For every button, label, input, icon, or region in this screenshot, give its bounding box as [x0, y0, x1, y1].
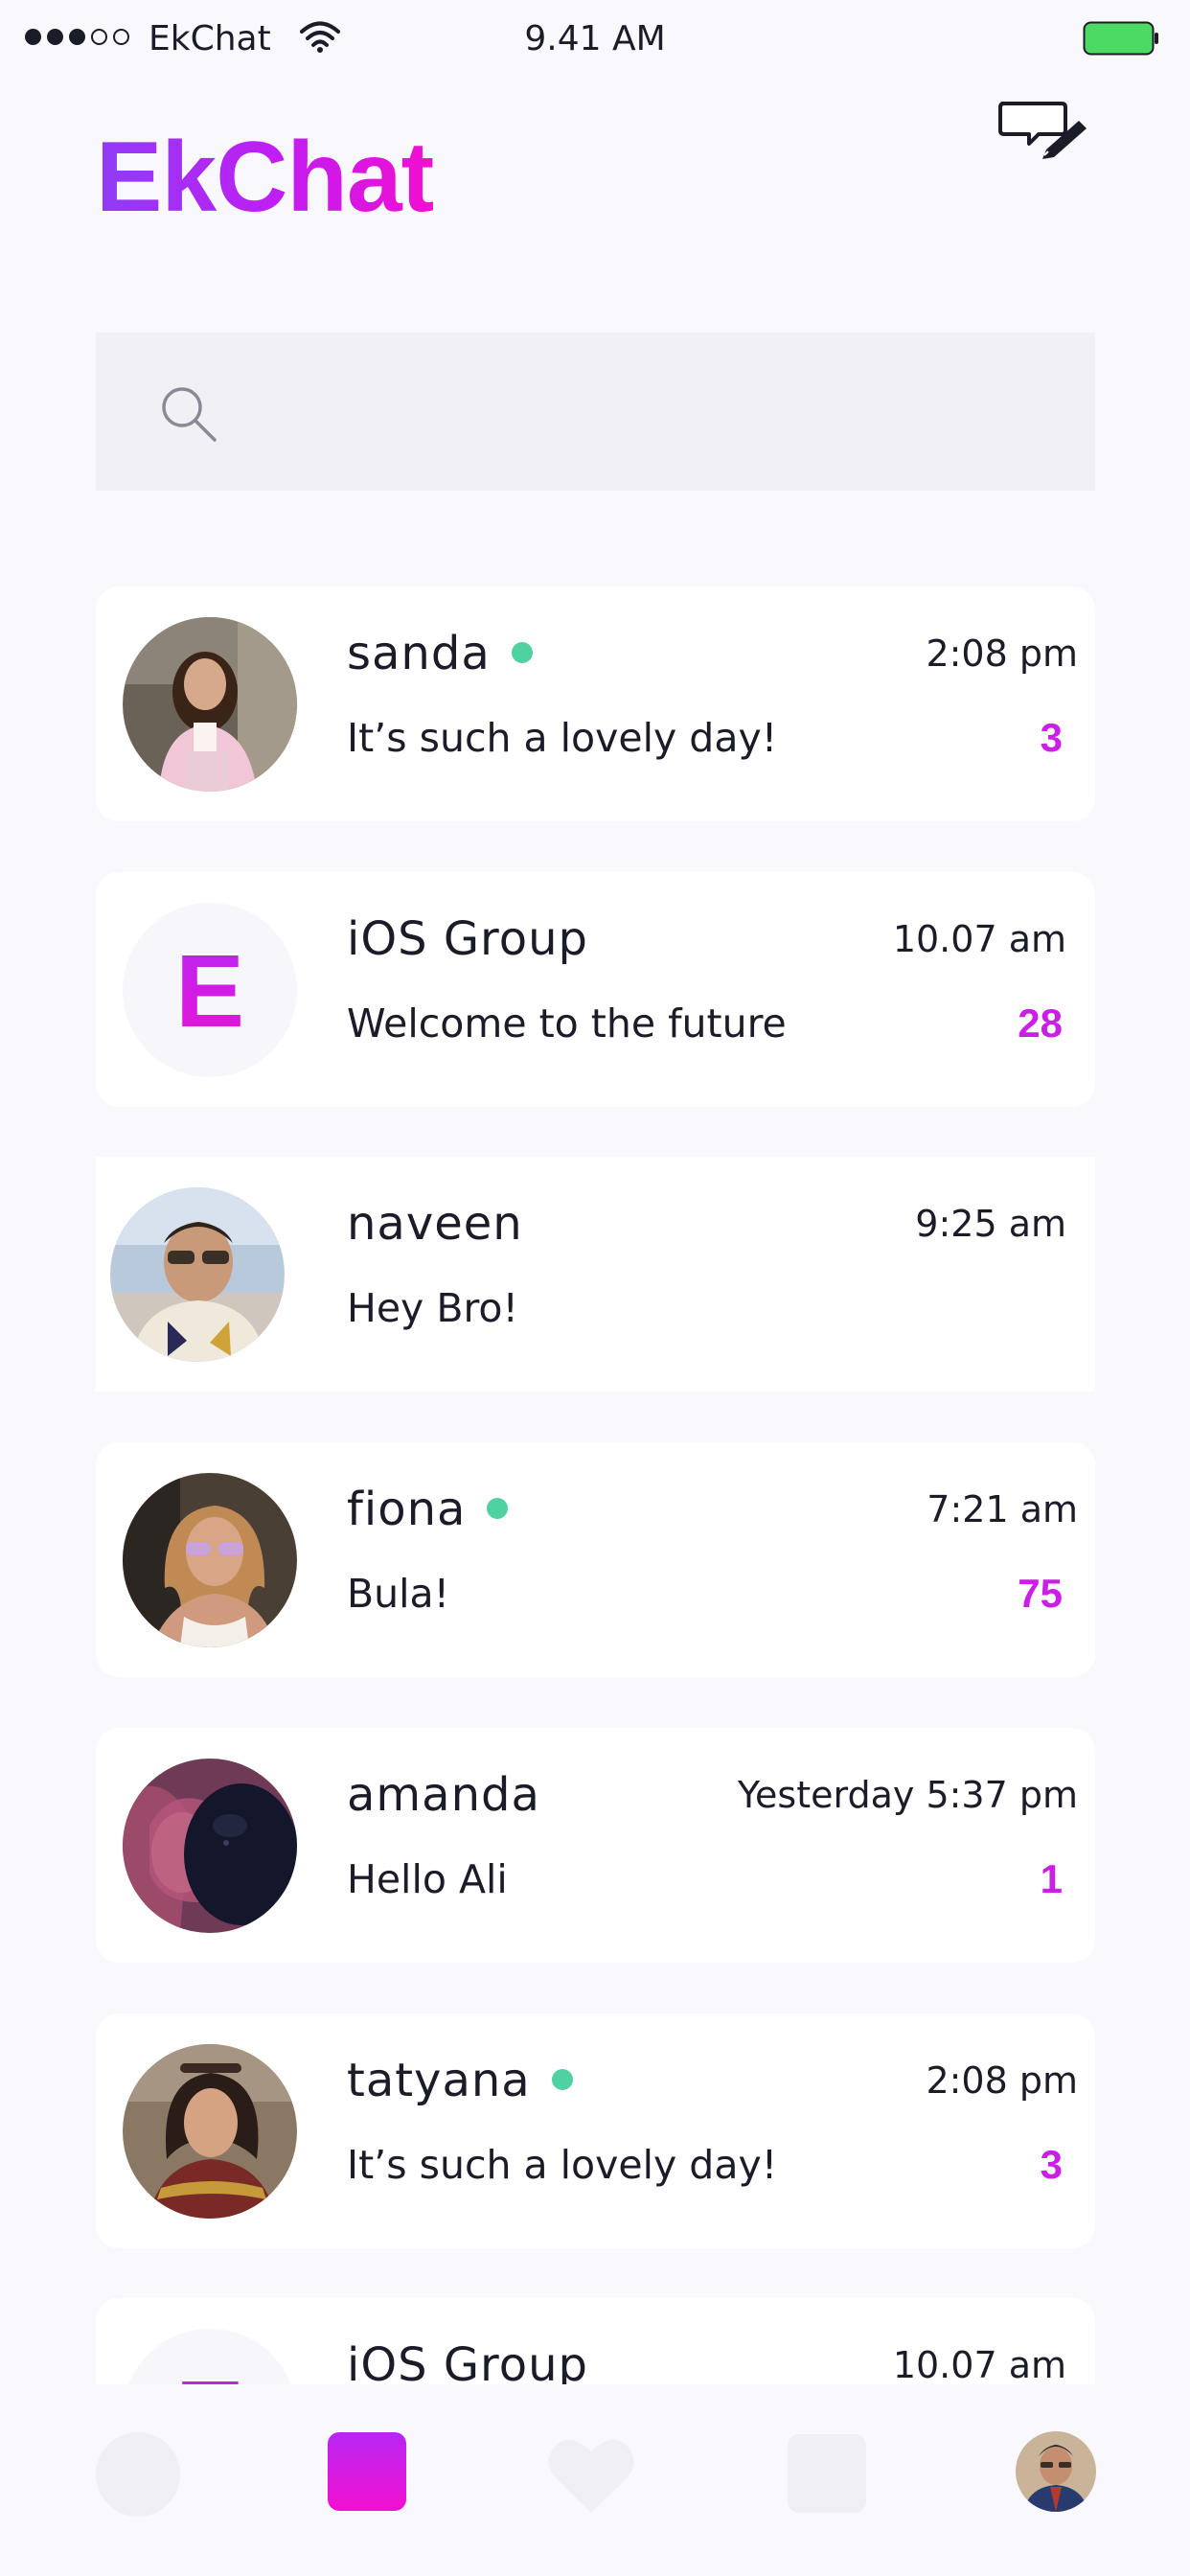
chat-item-ios-group[interactable]: E iOS Group 10.07 am: [96, 2298, 1095, 2384]
chat-name: amanda: [347, 1768, 540, 1822]
avatar: E: [123, 2329, 297, 2384]
home-icon[interactable]: [96, 2432, 180, 2517]
chat-item-fiona[interactable]: fiona Bula! 7:21 am 75: [96, 1442, 1095, 1677]
chat-time: Yesterday 5:37 pm: [737, 1774, 1078, 1816]
chat-name: fiona: [347, 1483, 467, 1536]
group-avatar-letter: E: [174, 932, 245, 1048]
unread-count: 1: [1040, 1856, 1063, 1901]
unread-count: 3: [1040, 715, 1063, 760]
heart-icon[interactable]: [546, 2434, 636, 2515]
avatar: [123, 617, 297, 792]
online-indicator: [511, 642, 533, 663]
avatar: E: [123, 903, 297, 1077]
chat-item-ios-group[interactable]: E iOS Group Welcome to the future 10.07 …: [96, 872, 1095, 1107]
online-indicator: [551, 2069, 573, 2090]
chat-name: tatyana: [347, 2054, 531, 2107]
files-icon[interactable]: [788, 2434, 866, 2513]
profile-avatar[interactable]: [1016, 2431, 1096, 2512]
chat-name: sanda: [347, 627, 491, 680]
online-indicator: [487, 1498, 509, 1519]
group-avatar-letter: E: [175, 2357, 244, 2385]
chat-time: 2:08 pm: [926, 2059, 1078, 2102]
chat-item-amanda[interactable]: amanda Hello Ali Yesterday 5:37 pm 1: [96, 1728, 1095, 1963]
chat-preview: It’s such a lovely day!: [347, 715, 778, 761]
chat-name: naveen: [347, 1197, 523, 1251]
chat-time: 10.07 am: [892, 918, 1066, 960]
chat-name: iOS Group: [347, 912, 588, 966]
avatar: [123, 1759, 297, 1933]
avatar: [110, 1187, 285, 1362]
chat-list: sanda It’s such a lovely day! 2:08 pm 3 …: [0, 0, 1190, 2384]
chats-icon[interactable]: [328, 2432, 406, 2511]
chat-preview: It’s such a lovely day!: [347, 2142, 778, 2188]
chat-time: 10.07 am: [892, 2344, 1066, 2384]
unread-count: 28: [1018, 1000, 1063, 1046]
tab-bar: [0, 2384, 1190, 2576]
chat-preview: Bula!: [347, 1571, 450, 1617]
chat-preview: Welcome to the future: [347, 1000, 787, 1046]
avatar: [123, 1473, 297, 1647]
chat-time: 7:21 am: [927, 1488, 1078, 1530]
avatar: [123, 2044, 297, 2219]
chat-item-sanda[interactable]: sanda It’s such a lovely day! 2:08 pm 3: [96, 586, 1095, 821]
unread-count: 75: [1018, 1571, 1063, 1616]
chat-preview: Hello Ali: [347, 1856, 508, 1902]
chat-name: iOS Group: [347, 2338, 588, 2384]
chat-time: 2:08 pm: [926, 632, 1078, 675]
unread-count: 3: [1040, 2142, 1063, 2187]
chat-time: 9:25 am: [915, 1203, 1066, 1245]
chat-preview: Hey Bro!: [347, 1285, 518, 1331]
chat-item-tatyana[interactable]: tatyana It’s such a lovely day! 2:08 pm …: [96, 2013, 1095, 2248]
chat-item-naveen[interactable]: naveen Hey Bro! 9:25 am: [96, 1157, 1095, 1392]
